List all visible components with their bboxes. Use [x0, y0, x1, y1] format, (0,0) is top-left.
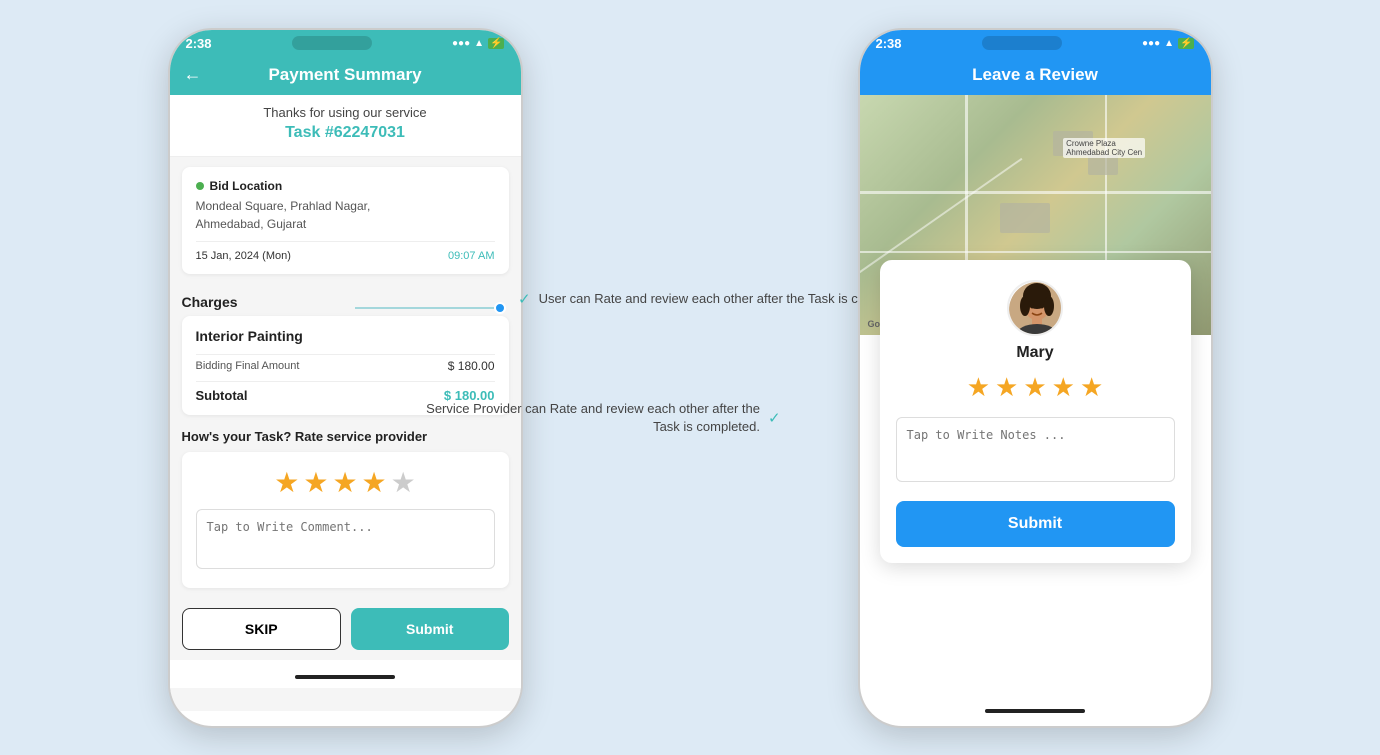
location-footer: 15 Jan, 2024 (Mon) 09:07 AM	[196, 241, 495, 262]
green-dot-icon	[196, 182, 204, 190]
back-button[interactable]: ←	[184, 64, 202, 85]
submit-button-right[interactable]: Submit	[896, 501, 1175, 547]
map-building-3	[1000, 203, 1050, 233]
right-header-title: Leave a Review	[972, 65, 1098, 85]
right-phone: 2:38 ●●● ▲ ⚡ Leave a Review Crowne Plaza…	[858, 28, 1213, 728]
rating-card: ★ ★ ★ ★ ★	[182, 452, 509, 588]
bottom-annotation: ✓ Service Provider can Rate and review e…	[400, 400, 781, 436]
bottom-check-icon: ✓	[768, 409, 781, 427]
star-2[interactable]: ★	[303, 466, 328, 499]
map-road-h2	[860, 251, 1211, 253]
home-bar	[295, 675, 395, 679]
location-card: Bid Location Mondeal Square, Prahlad Nag…	[182, 167, 509, 274]
charges-title: Charges	[182, 294, 509, 310]
charge-row: Bidding Final Amount $ 180.00	[196, 354, 495, 377]
bidding-amount: $ 180.00	[448, 359, 495, 373]
review-star-5[interactable]: ★	[1080, 372, 1103, 403]
right-home-bar	[985, 709, 1085, 713]
left-status-bar: 2:38 ●●● ▲ ⚡	[170, 30, 521, 55]
service-name: Interior Painting	[196, 328, 495, 344]
top-check-icon: ✓	[518, 290, 531, 308]
reviewer-avatar	[1007, 280, 1063, 336]
right-status-icons: ●●● ▲ ⚡	[1142, 38, 1194, 49]
left-status-icons: ●●● ▲ ⚡	[452, 38, 504, 49]
bidding-label: Bidding Final Amount	[196, 360, 300, 372]
location-address: Mondeal Square, Prahlad Nagar, Ahmedabad…	[196, 197, 495, 233]
reviewer-name: Mary	[896, 344, 1175, 362]
star-4[interactable]: ★	[362, 466, 387, 499]
left-header-title: Payment Summary	[268, 65, 421, 85]
submit-button-left[interactable]: Submit	[351, 608, 509, 650]
home-indicator	[170, 660, 521, 688]
rating-section: How's your Task? Rate service provider ★…	[170, 419, 521, 598]
bid-location-label: Bid Location	[196, 179, 495, 193]
review-modal: Mary ★ ★ ★ ★ ★ Submit	[880, 260, 1191, 563]
left-phone: 2:38 ●●● ▲ ⚡ ← Payment Summary Thanks fo…	[168, 28, 523, 728]
thanks-section: Thanks for using our service Task #62247…	[170, 95, 521, 157]
action-buttons: SKIP Submit	[170, 598, 521, 660]
review-star-2[interactable]: ★	[995, 372, 1018, 403]
task-number: Task #62247031	[186, 124, 505, 142]
left-stars-row[interactable]: ★ ★ ★ ★ ★	[196, 466, 495, 499]
subtotal-label: Subtotal	[196, 388, 248, 403]
right-home-indicator	[860, 700, 1211, 718]
thanks-text: Thanks for using our service	[186, 105, 505, 120]
location-time: 09:07 AM	[448, 250, 494, 262]
bottom-annotation-text: Service Provider can Rate and review eac…	[400, 400, 760, 436]
review-star-1[interactable]: ★	[967, 372, 990, 403]
review-star-3[interactable]: ★	[1023, 372, 1046, 403]
review-stars-row[interactable]: ★ ★ ★ ★ ★	[896, 372, 1175, 403]
right-app-header: Leave a Review	[860, 55, 1211, 95]
star-3[interactable]: ★	[332, 466, 357, 499]
skip-button[interactable]: SKIP	[182, 608, 342, 650]
top-annotation: ✓ User can Rate and review each other af…	[518, 290, 915, 308]
review-star-4[interactable]: ★	[1052, 372, 1075, 403]
comment-input[interactable]	[196, 509, 495, 569]
right-status-bar: 2:38 ●●● ▲ ⚡	[860, 30, 1211, 55]
map-label-crowne: Crowne PlazaAhmedabad City Cen	[1063, 138, 1145, 158]
star-5[interactable]: ★	[391, 466, 416, 499]
right-time: 2:38	[876, 36, 902, 51]
left-app-header: ← Payment Summary	[170, 55, 521, 95]
location-date: 15 Jan, 2024 (Mon)	[196, 250, 291, 262]
star-1[interactable]: ★	[274, 466, 299, 499]
left-time: 2:38	[186, 36, 212, 51]
charges-section: Charges Interior Painting Bidding Final …	[170, 284, 521, 419]
map-road-h1	[860, 191, 1211, 194]
notes-input[interactable]	[896, 417, 1175, 482]
